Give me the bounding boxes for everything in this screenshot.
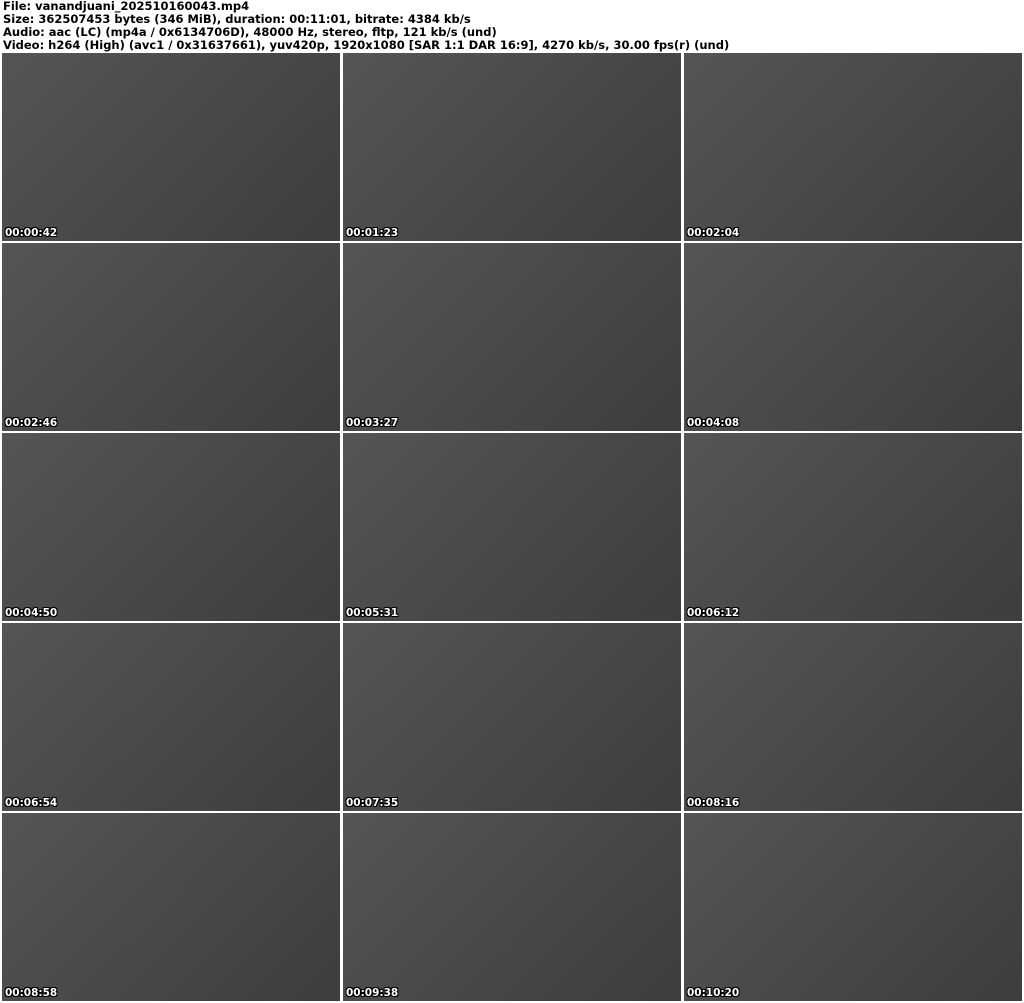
thumbnail-timestamp: 00:08:58 [5, 987, 58, 999]
thumbnail-timestamp: 00:03:27 [346, 417, 399, 429]
thumbnail-placeholder [343, 53, 681, 241]
thumbnail-tile: 00:00:42 [2, 53, 340, 241]
thumbnail-timestamp: 00:07:35 [346, 797, 399, 809]
thumbnail-timestamp: 00:06:12 [687, 607, 740, 619]
thumbnail-placeholder [684, 433, 1022, 621]
thumbnail-placeholder [343, 623, 681, 811]
thumbnail-tile: 00:03:27 [343, 243, 681, 431]
thumbnail-timestamp: 00:00:42 [5, 227, 58, 239]
thumbnail-tile: 00:04:50 [2, 433, 340, 621]
thumbnail-timestamp: 00:05:31 [346, 607, 399, 619]
thumbnail-timestamp: 00:06:54 [5, 797, 58, 809]
thumbnail-grid: 00:00:42 00:01:23 00:02:04 00:02:46 00:03:27… [2, 53, 1022, 1001]
thumbnail-timestamp: 00:02:46 [5, 417, 58, 429]
thumbnail-tile: 00:07:35 [343, 623, 681, 811]
thumbnail-tile: 00:08:58 [2, 813, 340, 1001]
thumbnail-placeholder [2, 243, 340, 431]
thumbnail-placeholder [343, 433, 681, 621]
thumbnail-tile: 00:10:20 [684, 813, 1022, 1001]
thumbnail-placeholder [2, 433, 340, 621]
thumbnail-timestamp: 00:10:20 [687, 987, 740, 999]
thumbnail-tile: 00:02:04 [684, 53, 1022, 241]
thumbnail-tile: 00:05:31 [343, 433, 681, 621]
thumbnail-placeholder [2, 813, 340, 1001]
thumbnail-timestamp: 00:08:16 [687, 797, 740, 809]
thumbnail-timestamp: 00:02:04 [687, 227, 740, 239]
thumbnail-placeholder [2, 53, 340, 241]
thumbnail-timestamp: 00:04:08 [687, 417, 740, 429]
thumbnail-tile: 00:01:23 [343, 53, 681, 241]
thumbnail-tile: 00:08:16 [684, 623, 1022, 811]
thumbnail-placeholder [343, 813, 681, 1001]
thumbnail-timestamp: 00:04:50 [5, 607, 58, 619]
thumbnail-placeholder [684, 623, 1022, 811]
thumbnail-placeholder [343, 243, 681, 431]
thumbnail-tile: 00:09:38 [343, 813, 681, 1001]
thumbnail-timestamp: 00:01:23 [346, 227, 399, 239]
thumbnail-placeholder [2, 623, 340, 811]
thumbnail-placeholder [684, 243, 1022, 431]
thumbnail-placeholder [684, 813, 1022, 1001]
thumbnail-tile: 00:02:46 [2, 243, 340, 431]
thumbnail-placeholder [684, 53, 1022, 241]
thumbnail-tile: 00:06:12 [684, 433, 1022, 621]
video-line: Video: h264 (High) (avc1 / 0x31637661), … [3, 38, 730, 52]
thumbnail-tile: 00:04:08 [684, 243, 1022, 431]
file-info-header: File: vanandjuani_202510160043.mp4 Size:… [3, 0, 1021, 52]
thumbnail-tile: 00:06:54 [2, 623, 340, 811]
thumbnail-timestamp: 00:09:38 [346, 987, 399, 999]
